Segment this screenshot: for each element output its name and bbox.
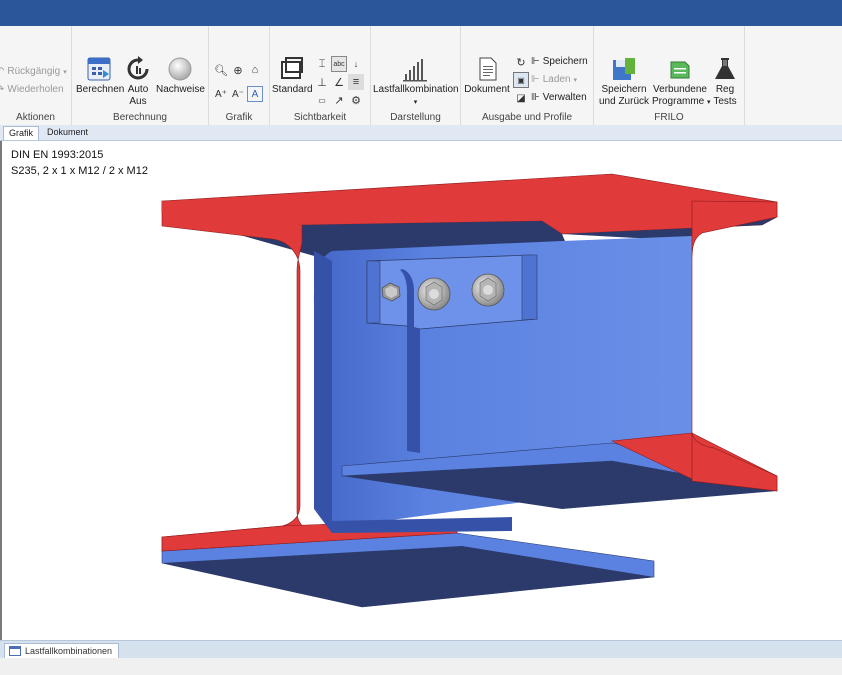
tab-lastfallkombinationen[interactable]: Lastfallkombinationen	[4, 643, 120, 659]
flask-icon	[715, 58, 735, 79]
auto-refresh-icon	[127, 56, 149, 80]
group-label-ausgabe: Ausgabe und Profile	[481, 112, 573, 123]
angle-icon[interactable]: ∠	[331, 74, 347, 90]
verwalten-profile-button[interactable]: ⊪ Verwalten	[531, 92, 587, 103]
ribbon: ↶ Rückgängig ▾ ↷ Wiederholen Aktionen Be…	[0, 26, 842, 126]
nachweise-button[interactable]: Nachweise	[156, 56, 205, 96]
title-bar	[0, 0, 842, 26]
manage-icon: ⊪	[531, 92, 540, 103]
status-bar	[0, 658, 842, 675]
standard-button[interactable]: Standard	[272, 56, 313, 96]
verbundene-programme-button[interactable]: Verbundene Programme ▾	[652, 56, 711, 109]
group-label-grafik: Grafik	[225, 112, 253, 123]
berechnen-button[interactable]: Berechnen	[76, 56, 124, 96]
group-grafik: 🔍︎ ⊕ ⌂ A⁺ A⁻ A Grafik	[209, 26, 270, 125]
bar-chart-icon	[402, 59, 427, 82]
graphics-canvas[interactable]: DIN EN 1993:2015 S235, 2 x 1 x M12 / 2 x…	[0, 141, 842, 640]
font-larger-icon[interactable]: A⁺	[213, 86, 229, 102]
save-return-icon	[613, 58, 635, 80]
dropdown-arrow-icon: ▾	[413, 99, 418, 106]
bottom-panel-bar: Lastfallkombinationen	[0, 640, 842, 659]
laden-profile-button[interactable]: ⊩ Laden ▾	[531, 74, 577, 85]
connected-programs-icon	[670, 61, 690, 79]
view-tabs: Grafik Dokument	[0, 125, 842, 141]
layers-icon	[281, 57, 303, 79]
text-box-icon[interactable]: A	[247, 86, 263, 102]
group-darstellung: Lastfallkombination ▾ Darstellung	[371, 26, 461, 125]
reg-tests-button[interactable]: Reg Tests	[710, 56, 740, 108]
beam-profile-icon[interactable]: ⌶	[314, 56, 330, 72]
annotation-icon[interactable]: ↗	[331, 92, 347, 108]
home-icon[interactable]: ⌂	[247, 62, 263, 78]
redo-icon: ↷	[0, 84, 5, 95]
dimension-icon[interactable]: ▭	[314, 92, 330, 108]
sphere-icon	[168, 57, 192, 81]
arrow-down-icon[interactable]: ↓	[348, 56, 364, 72]
table-icon	[9, 646, 21, 656]
window-icon[interactable]: ◪	[513, 90, 529, 106]
bolt-3	[471, 273, 505, 307]
settings-gear-icon[interactable]: ⚙	[348, 92, 364, 108]
speichern-und-zurueck-button[interactable]: Speichern und Zurück	[596, 56, 652, 108]
save-arrow-icon: ⊩	[531, 56, 540, 67]
zoom-in-icon[interactable]: ⊕	[230, 62, 246, 78]
undo-icon: ↶	[0, 66, 5, 77]
group-label-aktionen: Aktionen	[16, 112, 55, 123]
font-smaller-icon[interactable]: A⁻	[230, 86, 246, 102]
group-label-darstellung: Darstellung	[390, 112, 441, 123]
group-frilo: Speichern und Zurück Verbundene Programm…	[594, 26, 745, 125]
axes-icon[interactable]: ⊥	[314, 74, 330, 90]
redo-button[interactable]: ↷ Wiederholen	[0, 84, 64, 95]
dropdown-arrow-icon: ▾	[63, 68, 67, 76]
group-label-berechnung: Berechnung	[113, 112, 167, 123]
steel-connection-3d-view	[161, 173, 778, 608]
zoom-out-icon[interactable]: 🔍︎	[213, 62, 229, 78]
refresh-icon[interactable]: ↻	[513, 54, 529, 70]
auto-aus-button[interactable]: Auto Aus	[124, 56, 152, 108]
speichern-profile-button[interactable]: ⊩ Speichern	[531, 56, 588, 67]
load-arrow-icon: ⊩	[531, 74, 540, 85]
tab-grafik[interactable]: Grafik	[3, 126, 40, 140]
dokument-button[interactable]: Dokument	[463, 56, 511, 96]
label-abc-icon[interactable]: abc	[331, 56, 347, 72]
tab-dokument[interactable]: Dokument	[42, 126, 93, 139]
group-berechnung: Berechnen Auto Aus Nachweise Berechnung	[72, 26, 209, 125]
group-aktionen: ↶ Rückgängig ▾ ↷ Wiederholen Aktionen	[0, 26, 72, 125]
group-label-frilo: FRILO	[654, 112, 684, 123]
bolt-2	[417, 277, 451, 311]
lastfallkombination-button[interactable]: Lastfallkombination ▾	[373, 56, 459, 109]
undo-button[interactable]: ↶ Rückgängig ▾	[0, 66, 67, 77]
dropdown-arrow-icon: ▾	[573, 76, 578, 84]
group-label-sichtbarkeit: Sichtbarkeit	[293, 112, 347, 123]
calculator-icon	[87, 57, 111, 81]
document-icon	[479, 57, 497, 81]
layout-icon[interactable]: ▣	[513, 72, 529, 88]
format-icon[interactable]: ≡	[348, 74, 364, 90]
group-ausgabe: Dokument ↻ ▣ ◪ ⊩ Speichern ⊩ Laden ▾ ⊪ V…	[461, 26, 594, 125]
group-sichtbarkeit: Standard ⌶ abc ↓ ⊥ ∠ ≡ ▭ ↗ ⚙ Sichtbarkei…	[270, 26, 371, 125]
